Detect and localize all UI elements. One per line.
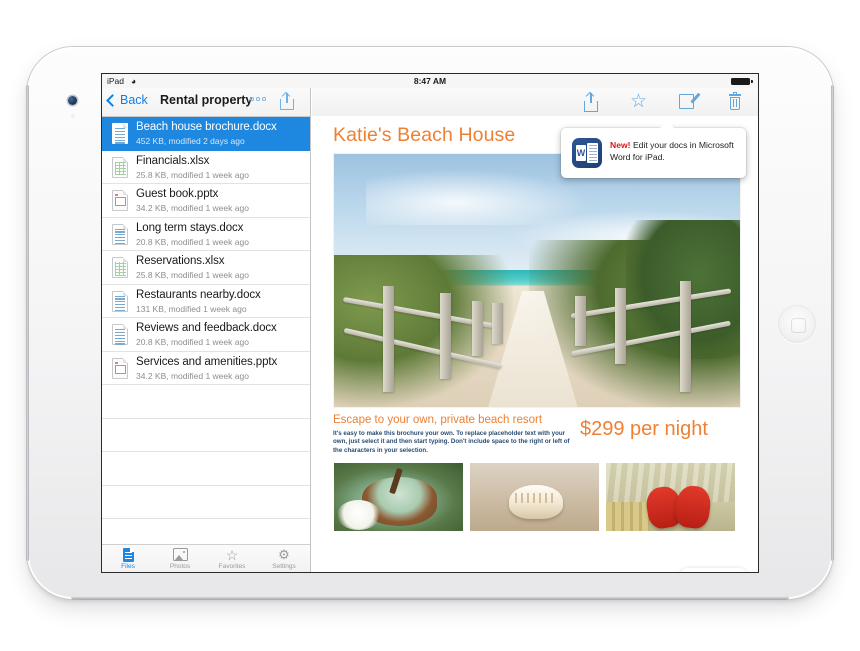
screenshot-root: iPad ◕ 8:47 AM Back Rental property Beac… — [0, 0, 860, 651]
list-item[interactable]: Services and amenities.pptx 34.2 KB, mod… — [102, 352, 310, 385]
empty-list-row — [102, 385, 310, 419]
file-browser-sidebar: Back Rental property Beach house brochur… — [102, 88, 311, 572]
docx-file-icon — [112, 290, 128, 312]
chevron-left-icon — [106, 93, 119, 107]
tab-label: Favorites — [218, 562, 246, 570]
ipad-bottom-edge — [71, 597, 789, 600]
files-icon — [122, 547, 134, 562]
thumbnail-image — [470, 463, 599, 531]
pptx-file-icon — [112, 357, 128, 379]
bottom-tab-bar: Files Photos ☆ Favorites ⚙ Settings — [102, 544, 310, 572]
document-subtitle: Escape to your own, private beach resort — [333, 414, 543, 426]
tab-files[interactable]: Files — [102, 545, 154, 572]
edit-pencil-icon[interactable] — [678, 92, 701, 112]
xlsx-file-icon — [112, 156, 128, 178]
xlsx-file-icon — [112, 257, 128, 278]
folder-title: Rental property — [160, 93, 253, 107]
status-bar: iPad ◕ 8:47 AM — [102, 74, 758, 88]
docx-file-icon — [112, 123, 128, 144]
file-list: Beach house brochure.docx 452 KB, modifi… — [102, 117, 310, 545]
file-name: Beach house brochure.docx — [136, 121, 277, 133]
more-dots-icon[interactable] — [250, 97, 266, 101]
word-promo-callout[interactable]: W New! Edit your docs in Microsoft Word … — [561, 121, 746, 178]
document-thumbnail-row — [334, 463, 735, 531]
ipad-right-edge — [831, 85, 834, 561]
file-meta: 452 KB, modified 2 days ago — [136, 136, 245, 146]
tab-settings[interactable]: ⚙ Settings — [258, 545, 310, 572]
file-name: Financials.xlsx — [136, 154, 210, 167]
document-toolbar: ☆ — [312, 88, 758, 117]
tab-label: Files — [121, 562, 135, 570]
tab-label: Settings — [272, 562, 296, 570]
file-name: Restaurants nearby.docx — [136, 288, 261, 301]
document-heading: Katie's Beach House — [333, 124, 516, 146]
back-button[interactable]: Back — [106, 93, 148, 107]
file-meta: 20.8 KB, modified 1 week ago — [136, 337, 249, 347]
file-name: Guest book.pptx — [136, 188, 219, 200]
callout-message: New! Edit your docs in Microsoft Word fo… — [610, 140, 738, 163]
list-item[interactable]: Long term stays.docx 20.8 KB, modified 1… — [102, 218, 310, 251]
document-page: Katie's Beach House Escape to your own, … — [312, 116, 758, 572]
docx-file-icon — [112, 223, 128, 245]
tab-photos[interactable]: Photos — [154, 545, 206, 572]
star-icon[interactable]: ☆ — [630, 92, 648, 112]
list-item[interactable]: Beach house brochure.docx 452 KB, modifi… — [102, 117, 310, 151]
file-name: Reviews and feedback.docx — [136, 322, 277, 334]
status-clock: 8:47 AM — [413, 76, 447, 86]
file-meta: 20.8 KB, modified 1 week ago — [136, 236, 249, 247]
file-meta: 25.8 KB, modified 1 week ago — [136, 270, 249, 280]
microsoft-word-icon: W — [572, 138, 602, 168]
ambient-sensor — [70, 114, 75, 118]
sidebar-header: Back Rental property — [102, 88, 310, 117]
file-name: Long term stays.docx — [136, 221, 244, 234]
back-button-label: Back — [120, 93, 148, 107]
star-icon: ☆ — [225, 546, 239, 563]
callout-new-badge: New! — [610, 140, 631, 150]
list-item[interactable]: Guest book.pptx 34.2 KB, modified 1 week… — [102, 184, 310, 218]
list-item[interactable]: Financials.xlsx 25.8 KB, modified 1 week… — [102, 151, 310, 184]
file-name: Reservations.xlsx — [136, 255, 225, 267]
empty-list-row — [102, 419, 310, 452]
pptx-file-icon — [112, 190, 128, 211]
docx-file-icon — [112, 324, 128, 345]
list-item[interactable]: Restaurants nearby.docx 131 KB, modified… — [102, 285, 310, 318]
floating-view-controls — [681, 568, 746, 572]
tab-label: Photos — [169, 562, 191, 570]
thumbnail-image — [334, 463, 463, 531]
document-price: $299 per night — [580, 418, 708, 440]
empty-list-row — [102, 452, 310, 486]
front-camera — [68, 96, 77, 105]
home-button[interactable] — [778, 305, 816, 343]
ipad-left-edge — [26, 85, 29, 561]
home-button-square-icon — [790, 317, 806, 333]
file-meta: 34.2 KB, modified 1 week ago — [136, 370, 249, 381]
empty-list-row — [102, 486, 310, 519]
list-item[interactable]: Reviews and feedback.docx 20.8 KB, modif… — [102, 318, 310, 352]
word-icon-letter: W — [576, 145, 586, 161]
trash-icon[interactable] — [726, 92, 744, 112]
share-icon[interactable] — [280, 93, 294, 110]
share-icon[interactable] — [582, 92, 600, 112]
document-body-text: It's easy to make this brochure your own… — [333, 430, 570, 454]
file-name: Services and amenities.pptx — [136, 355, 278, 368]
tab-favorites[interactable]: ☆ Favorites — [206, 545, 258, 572]
photos-icon — [172, 548, 188, 562]
device-screen: iPad ◕ 8:47 AM Back Rental property Beac… — [102, 74, 758, 572]
gear-icon: ⚙ — [278, 546, 290, 562]
file-meta: 131 KB, modified 1 week ago — [136, 303, 247, 314]
file-meta: 34.2 KB, modified 1 week ago — [136, 203, 249, 213]
list-item[interactable]: Reservations.xlsx 25.8 KB, modified 1 we… — [102, 251, 310, 285]
battery-full-icon — [731, 78, 753, 85]
file-meta: 25.8 KB, modified 1 week ago — [136, 169, 249, 180]
thumbnail-image — [606, 463, 735, 531]
hero-beach-photo — [334, 154, 740, 407]
empty-list-row — [102, 519, 310, 545]
